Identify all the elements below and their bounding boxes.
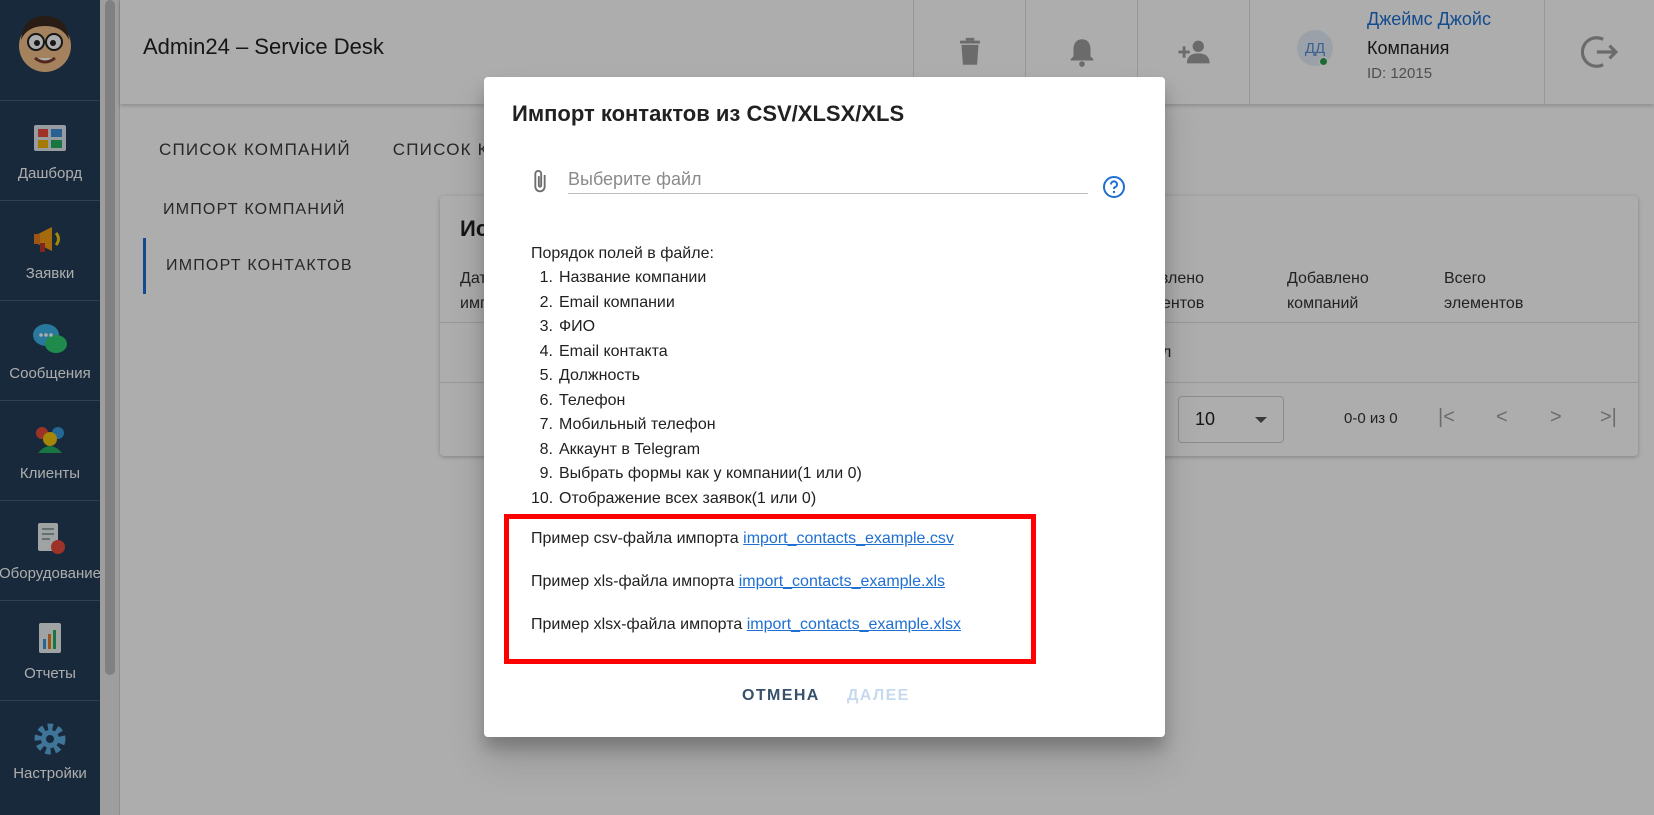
- list-item: 3. ФИО: [539, 318, 596, 335]
- list-item: 4. Email контакта: [539, 342, 668, 360]
- example-xlsx: Пример xlsx-файла импорта import_contact…: [531, 616, 961, 633]
- next-button[interactable]: ДАЛЕЕ: [847, 687, 910, 705]
- list-item: 6. Телефон: [539, 391, 626, 409]
- list-item: 8. Аккаунт в Telegram: [539, 440, 701, 458]
- example-csv: Пример csv-файла импорта import_contacts…: [531, 530, 954, 547]
- example-xls: Пример xls-файла импорта import_contacts…: [531, 573, 945, 590]
- list-item: 1. Название компании: [539, 269, 707, 286]
- list-item: 2. Email компании: [539, 293, 675, 311]
- list-item: 5. Должность: [539, 367, 640, 384]
- list-item: 9. Выбрать формы как у компании(1 или 0): [539, 465, 862, 482]
- cancel-button[interactable]: ОТМЕНА: [742, 687, 820, 705]
- file-input[interactable]: [568, 166, 1088, 194]
- dialog-title: Импорт контактов из CSV/XLSX/XLS: [512, 101, 905, 126]
- list-item: 7. Мобильный телефон: [539, 416, 716, 433]
- fields-list: 1. Название компании 2. Email компании 3. Ф…: [531, 266, 862, 511]
- help-icon[interactable]: [1102, 175, 1126, 199]
- csv-example-link[interactable]: import_contacts_example.csv: [743, 530, 954, 547]
- list-item: 10. Отображение всех заявок(1 или 0): [531, 489, 817, 507]
- paperclip-icon[interactable]: [526, 167, 554, 197]
- fields-order-label: Порядок полей в файле:: [531, 245, 714, 262]
- xlsx-example-link[interactable]: import_contacts_example.xlsx: [747, 616, 961, 633]
- xls-example-link[interactable]: import_contacts_example.xls: [739, 573, 945, 590]
- import-contacts-dialog: Импорт контактов из CSV/XLSX/XLS Порядок…: [484, 77, 1165, 737]
